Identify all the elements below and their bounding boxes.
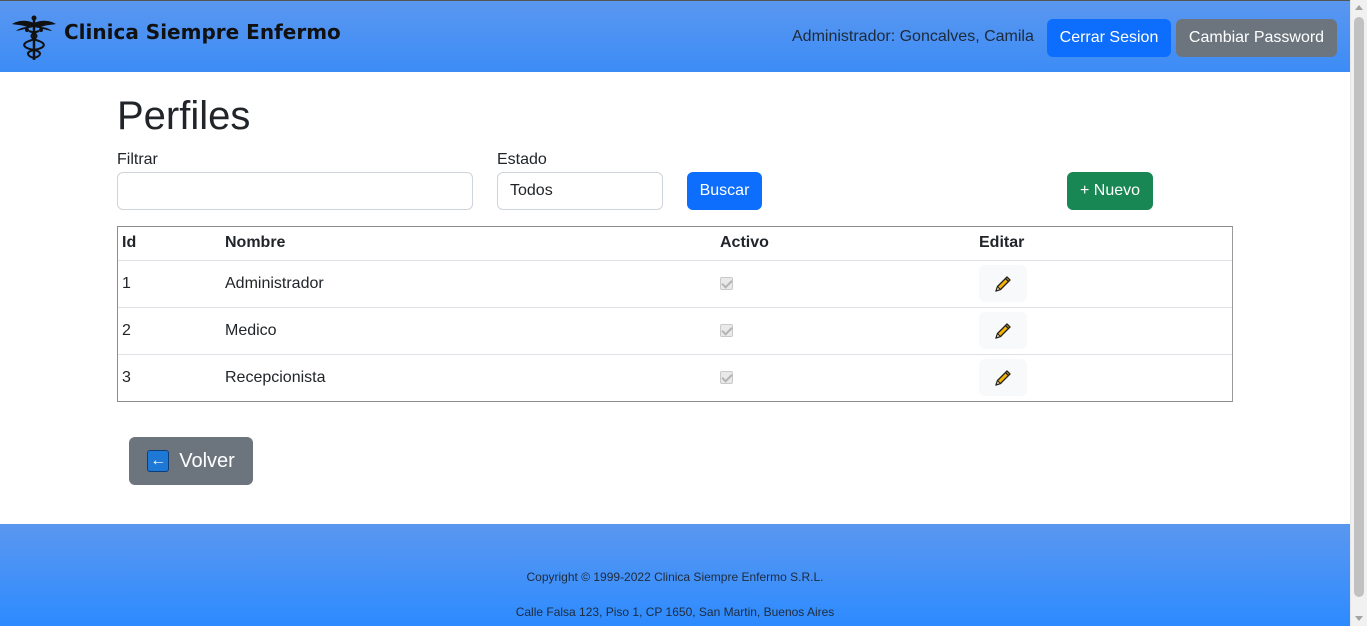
filter-label: Filtrar [117, 151, 158, 168]
header-id: Id [118, 227, 221, 261]
pencil-icon [995, 322, 1011, 339]
footer-copyright: Copyright © 1999-2022 Clinica Siempre En… [526, 570, 824, 584]
caduceus-icon [12, 15, 56, 60]
pencil-icon [995, 275, 1011, 292]
header-activo: Activo [716, 227, 975, 261]
filter-input[interactable] [117, 172, 473, 210]
table-row: 1 Administrador [118, 260, 1232, 308]
current-user-label: Administrador: Goncalves, Camila [792, 28, 1034, 45]
status-select-value: Todos [510, 182, 553, 199]
header-nombre: Nombre [221, 227, 716, 261]
active-checkbox [720, 276, 733, 290]
brand[interactable]: Clinica Siempre Enfermo [11, 15, 341, 61]
profiles-table: Id Nombre Activo Editar 1 Administrador [117, 226, 1233, 402]
new-profile-button[interactable]: + Nuevo [1067, 172, 1153, 210]
header-editar: Editar [975, 227, 1232, 261]
edit-button[interactable] [979, 359, 1027, 397]
scroll-down-icon[interactable] [1355, 616, 1363, 621]
search-button[interactable]: Buscar [687, 172, 762, 210]
logout-button[interactable]: Cerrar Sesion [1047, 19, 1171, 57]
top-navbar: Clinica Siempre Enfermo Administrador: G… [0, 0, 1350, 72]
change-password-button[interactable]: Cambiar Password [1176, 19, 1337, 57]
edit-button[interactable] [979, 265, 1027, 302]
cell-nombre: Administrador [221, 260, 716, 308]
status-select[interactable]: Todos [497, 172, 663, 210]
cell-nombre: Medico [221, 307, 716, 355]
cell-id: 3 [122, 368, 131, 386]
edit-button[interactable] [979, 312, 1027, 349]
cell-id: 2 [118, 307, 221, 355]
table-row: 3 Recepcionista [118, 354, 1232, 401]
scroll-up-icon[interactable] [1355, 5, 1363, 10]
left-arrow-icon: ← [147, 450, 170, 472]
back-button[interactable]: ← Volver [129, 437, 253, 485]
table-header-row: Id Nombre Activo Editar [118, 227, 1232, 261]
active-checkbox [720, 323, 733, 337]
cell-id: 1 [118, 260, 221, 308]
brand-title: Clinica Siempre Enfermo [64, 20, 341, 44]
vertical-scrollbar[interactable] [1350, 0, 1367, 626]
scrollbar-thumb[interactable] [1354, 17, 1364, 597]
table-row: 2 Medico [118, 307, 1232, 355]
page-title: Perfiles [117, 94, 251, 138]
cell-nombre: Recepcionista [225, 368, 326, 386]
footer: Copyright © 1999-2022 Clinica Siempre En… [0, 524, 1350, 626]
status-label: Estado [497, 151, 547, 168]
pencil-icon [995, 370, 1011, 386]
footer-address: Calle Falsa 123, Piso 1, CP 1650, San Ma… [515, 605, 835, 619]
active-checkbox [720, 371, 733, 385]
back-button-label: Volver [179, 449, 235, 472]
